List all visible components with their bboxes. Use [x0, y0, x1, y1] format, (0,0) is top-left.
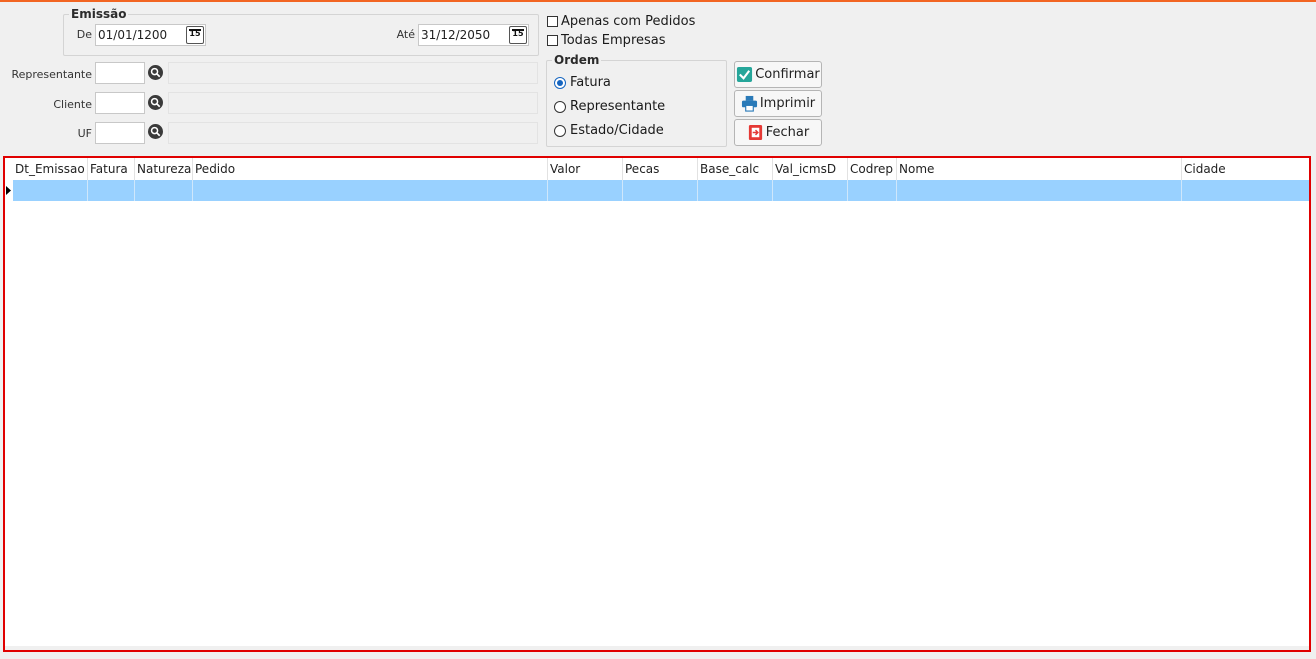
top-accent-bar: [0, 0, 1316, 2]
imprimir-button[interactable]: Imprimir: [734, 90, 822, 117]
cliente-code-input[interactable]: [95, 92, 145, 114]
confirmar-label: Confirmar: [755, 67, 820, 82]
table-cell[interactable]: [698, 180, 773, 201]
radio-circle[interactable]: [554, 124, 566, 137]
uf-label: UF: [77, 127, 92, 140]
cliente-label: Cliente: [53, 98, 92, 111]
grid-header: Dt_Emissao Fatura Natureza Pedido Valor …: [13, 158, 1309, 180]
results-grid[interactable]: Dt_Emissao Fatura Natureza Pedido Valor …: [3, 156, 1311, 652]
representante-search-icon[interactable]: [148, 65, 163, 80]
apenas-pedidos-label: Apenas com Pedidos: [561, 14, 696, 29]
table-cell[interactable]: [13, 180, 88, 201]
from-calendar-icon[interactable]: 15: [186, 26, 204, 44]
ordem-radio-estado-cidade[interactable]: Estado/Cidade: [554, 123, 664, 138]
emissao-legend: Emissão: [69, 7, 129, 21]
table-row[interactable]: [13, 180, 1309, 201]
column-header-valor[interactable]: Valor: [548, 158, 623, 180]
column-header-fatura[interactable]: Fatura: [88, 158, 135, 180]
to-date-label: Até: [396, 28, 415, 41]
table-cell[interactable]: [773, 180, 848, 201]
to-calendar-icon[interactable]: 15: [509, 26, 527, 44]
apenas-pedidos-checkbox[interactable]: Apenas com Pedidos: [547, 14, 695, 29]
table-cell[interactable]: [548, 180, 623, 201]
check-icon: [737, 66, 753, 83]
confirmar-button[interactable]: Confirmar: [734, 61, 822, 88]
table-cell[interactable]: [135, 180, 193, 201]
radio-circle[interactable]: [554, 76, 566, 89]
representante-label: Representante: [11, 68, 92, 81]
radio-label: Fatura: [570, 75, 611, 90]
uf-search-icon[interactable]: [148, 124, 163, 139]
column-header-pecas[interactable]: Pecas: [623, 158, 698, 180]
ordem-radio-fatura[interactable]: Fatura: [554, 75, 611, 90]
table-cell[interactable]: [1182, 180, 1302, 201]
fechar-button[interactable]: Fechar: [734, 119, 822, 146]
grid-bottom-strip: [5, 646, 1309, 650]
todas-empresas-checkbox[interactable]: Todas Empresas: [547, 33, 666, 48]
table-cell[interactable]: [848, 180, 897, 201]
column-header-codrep[interactable]: Codrep: [848, 158, 897, 180]
exit-icon: [748, 124, 762, 141]
ordem-legend: Ordem: [552, 53, 602, 67]
printer-icon: [741, 95, 757, 112]
imprimir-label: Imprimir: [759, 96, 816, 111]
uf-name-display: [168, 122, 538, 144]
table-cell[interactable]: [897, 180, 1182, 201]
todas-empresas-label: Todas Empresas: [561, 33, 666, 48]
checkbox-box[interactable]: [547, 35, 558, 46]
column-header-base-calc[interactable]: Base_calc: [698, 158, 773, 180]
cliente-name-display: [168, 92, 538, 114]
table-cell[interactable]: [88, 180, 135, 201]
radio-label: Representante: [570, 99, 666, 114]
row-indicator-icon: [6, 186, 11, 195]
column-header-natureza[interactable]: Natureza: [135, 158, 193, 180]
checkbox-box[interactable]: [547, 16, 558, 27]
fechar-label: Fechar: [765, 125, 810, 140]
column-header-dt-emissao[interactable]: Dt_Emissao: [13, 158, 88, 180]
column-header-val-icmsd[interactable]: Val_icmsD: [773, 158, 848, 180]
column-header-nome[interactable]: Nome: [897, 158, 1182, 180]
column-header-cidade[interactable]: Cidade: [1182, 158, 1302, 180]
column-header-pedido[interactable]: Pedido: [193, 158, 548, 180]
radio-label: Estado/Cidade: [570, 123, 664, 138]
radio-circle[interactable]: [554, 100, 566, 113]
cliente-search-icon[interactable]: [148, 95, 163, 110]
table-cell[interactable]: [623, 180, 698, 201]
representante-code-input[interactable]: [95, 62, 145, 84]
representante-name-display: [168, 62, 538, 84]
from-date-label: De: [76, 28, 92, 41]
table-cell[interactable]: [193, 180, 548, 201]
uf-code-input[interactable]: [95, 122, 145, 144]
ordem-radio-representante[interactable]: Representante: [554, 99, 665, 114]
